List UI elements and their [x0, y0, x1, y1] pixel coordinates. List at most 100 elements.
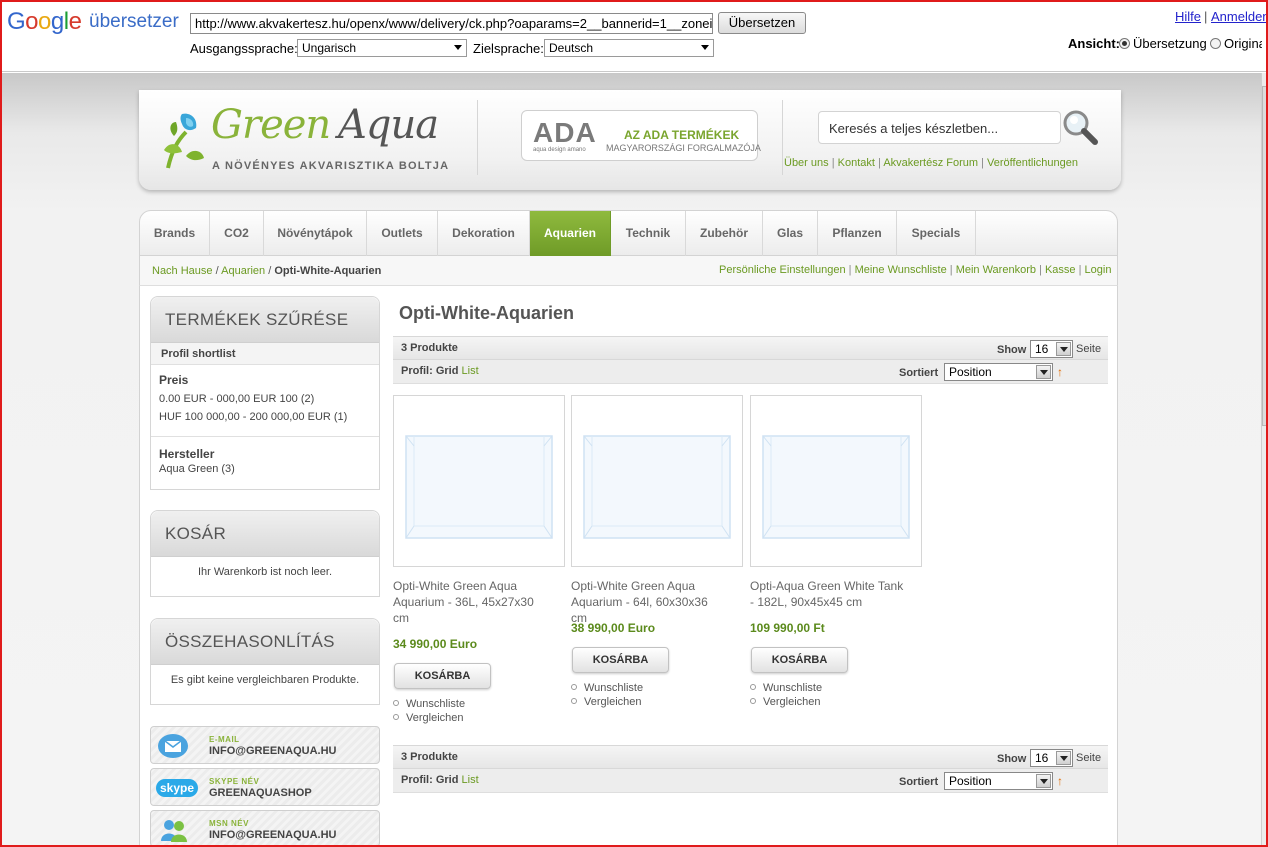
checkout-link[interactable]: Kasse	[1045, 264, 1076, 276]
add-to-cart-button[interactable]: KOSÁRBA	[751, 647, 848, 673]
product-title[interactable]: Opti-Aqua Green White Tank - 182L, 90x45…	[750, 578, 910, 610]
search-input[interactable]: Keresés a teljes készletben...	[818, 111, 1061, 144]
sort-direction-icon[interactable]: ↑	[1057, 774, 1063, 788]
url-input[interactable]: http://www.akvakertesz.hu/openx/www/deli…	[190, 13, 713, 34]
about-link[interactable]: Über uns	[784, 157, 829, 169]
ada-banner-title-a: AZ ADA	[624, 128, 672, 142]
grid-view-active: Grid	[435, 365, 459, 377]
help-link[interactable]: Hilfe	[1175, 9, 1201, 24]
wishlist-link[interactable]: Meine Wunschliste	[855, 264, 947, 276]
scrollbar-thumb[interactable]	[1262, 86, 1268, 426]
nav-item-technik[interactable]: Technik	[611, 211, 686, 256]
account-settings-link[interactable]: Persönliche Einstellungen	[719, 264, 846, 276]
nav-item-aquarien[interactable]: Aquarien	[530, 211, 611, 256]
nav-item-brands[interactable]: Brands	[140, 211, 210, 256]
manufacturer-filter-title: Hersteller	[159, 447, 215, 461]
aquarium-image	[762, 435, 910, 539]
add-to-wishlist-link[interactable]: Wunschliste	[750, 682, 822, 694]
translate-button[interactable]: Übersetzen	[718, 12, 806, 34]
manufacturer-option[interactable]: Aqua Green (3)	[159, 463, 371, 475]
email-value[interactable]: INFO@GREENAQUA.HU	[209, 745, 336, 757]
signin-link[interactable]: Anmelden	[1211, 9, 1268, 24]
view-original-option[interactable]: Original	[1210, 36, 1262, 51]
cart-link[interactable]: Mein Warenkorb	[956, 264, 1036, 276]
add-to-cart-button[interactable]: KOSÁRBA	[572, 647, 669, 673]
nav-item-glas[interactable]: Glas	[763, 211, 818, 256]
breadcrumb-aquarien[interactable]: Aquarien	[221, 265, 265, 277]
skype-value[interactable]: GREENAQUASHOP	[209, 787, 312, 799]
view-mode: Profil: Grid List	[401, 774, 479, 786]
nav-item-specials[interactable]: Specials	[897, 211, 976, 256]
google-logo[interactable]: Google	[7, 8, 82, 36]
add-to-wishlist-link[interactable]: Wunschliste	[571, 682, 643, 694]
add-to-compare-link[interactable]: Vergleichen	[571, 696, 642, 708]
cart-title: KOSÁR	[151, 511, 379, 557]
sort-select[interactable]: Position	[944, 363, 1053, 381]
source-language-label: Ausgangssprache:	[190, 41, 298, 56]
compare-box: ÖSSZEHASONLÍTÁS Es gibt keine vergleichb…	[150, 618, 380, 705]
email-label: E-MAIL	[209, 735, 240, 744]
cart-empty-text: Ihr Warenkorb ist noch leer.	[197, 566, 333, 578]
filter-title: TERMÉKEK SZŰRÉSE	[151, 297, 379, 343]
grid-view-active: Grid	[435, 774, 459, 786]
login-link[interactable]: Login	[1085, 264, 1112, 276]
product-image[interactable]	[393, 395, 565, 567]
page-title: Opti-White-Aquarien	[399, 303, 574, 323]
sort-direction-icon[interactable]: ↑	[1057, 365, 1063, 379]
msn-value[interactable]: INFO@GREENAQUA.HU	[209, 829, 336, 841]
skype-icon: skype	[156, 779, 198, 797]
nav-item-dekoration[interactable]: Dekoration	[438, 211, 530, 256]
list-view-link[interactable]: List	[462, 774, 479, 786]
add-to-cart-button[interactable]: KOSÁRBA	[394, 663, 491, 689]
show-per-page-value: 16	[1035, 751, 1049, 765]
product-title[interactable]: Opti-White Green Aqua Aquarium - 64l, 60…	[571, 578, 721, 626]
aquarium-image	[583, 435, 731, 539]
source-language-select[interactable]: Ungarisch	[297, 39, 467, 57]
nav-item-zubehor[interactable]: Zubehör	[686, 211, 763, 256]
show-per-page-value: 16	[1035, 342, 1049, 356]
show-per-page-select[interactable]: 16	[1030, 340, 1073, 358]
add-to-compare-link[interactable]: Vergleichen	[750, 696, 821, 708]
logo-text-aqua[interactable]: Aqua	[338, 102, 439, 148]
radio-icon[interactable]	[1210, 38, 1221, 49]
breadcrumb: Nach Hause / Aquarien / Opti-White-Aquar…	[152, 265, 381, 277]
show-label: Show	[997, 753, 1027, 765]
add-to-compare-link[interactable]: Vergleichen	[393, 712, 464, 724]
sort-select[interactable]: Position	[944, 772, 1053, 790]
price-option[interactable]: HUF 100 000,00 - 200 000,00 EUR (1)	[159, 408, 371, 426]
nav-item-novenytapok[interactable]: Növénytápok	[264, 211, 367, 256]
msn-contact[interactable]: MSN NÉV INFO@GREENAQUA.HU	[150, 810, 380, 847]
search-icon[interactable]	[1062, 109, 1098, 145]
nav-item-pflanzen[interactable]: Pflanzen	[818, 211, 897, 256]
publications-link[interactable]: Veröffentlichungen	[987, 157, 1078, 169]
list-view-link[interactable]: List	[462, 365, 479, 377]
product-title[interactable]: Opti-White Green Aqua Aquarium - 36L, 45…	[393, 578, 543, 626]
breadcrumb-separator: /	[268, 265, 272, 277]
target-language-value: Deutsch	[549, 41, 594, 55]
view-label: Ansicht:	[1068, 36, 1120, 51]
breadcrumb-separator: /	[215, 265, 219, 277]
vertical-scrollbar[interactable]	[1261, 73, 1268, 847]
radio-selected-icon[interactable]	[1119, 38, 1130, 49]
show-per-page-select[interactable]: 16	[1030, 749, 1073, 767]
price-option[interactable]: 0.00 EUR - 000,00 EUR 100 (2)	[159, 390, 371, 408]
product-image[interactable]	[571, 395, 743, 567]
logo-text-green[interactable]: Green	[211, 102, 331, 148]
chevron-down-icon	[454, 45, 462, 50]
skype-contact[interactable]: skype SKYPE NÉV GREENAQUASHOP	[150, 768, 380, 806]
breadcrumb-home[interactable]: Nach Hause	[152, 265, 213, 277]
target-language-select[interactable]: Deutsch	[544, 39, 714, 57]
chevron-down-icon	[1056, 342, 1071, 356]
add-to-wishlist-link[interactable]: Wunschliste	[393, 698, 465, 710]
view-translation-option[interactable]: Übersetzung	[1119, 36, 1207, 51]
sort-label: Sortiert	[899, 776, 939, 788]
forum-link[interactable]: Akvakertész Forum	[883, 157, 978, 169]
contact-link[interactable]: Kontakt	[838, 157, 875, 169]
email-contact[interactable]: E-MAIL INFO@GREENAQUA.HU	[150, 726, 380, 764]
nav-item-co2[interactable]: CO2	[210, 211, 264, 256]
chevron-down-icon	[701, 45, 709, 50]
nav-item-outlets[interactable]: Outlets	[367, 211, 438, 256]
plant-logo-icon[interactable]	[160, 110, 210, 174]
chevron-down-icon	[1036, 365, 1051, 379]
product-image[interactable]	[750, 395, 922, 567]
